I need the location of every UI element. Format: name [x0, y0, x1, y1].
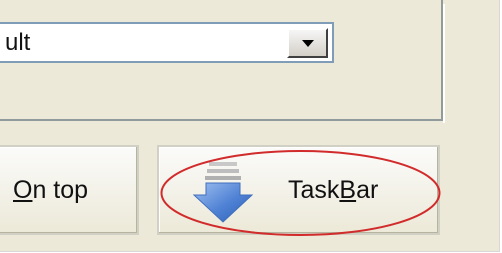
down-arrow-icon — [192, 162, 254, 223]
taskbar-button[interactable]: TaskBar — [157, 145, 440, 235]
display-mode-combo[interactable]: ult — [0, 22, 334, 63]
on-top-label: On top — [13, 176, 88, 204]
on-top-button[interactable]: On top — [0, 145, 139, 235]
on-top-label-rest: n top — [32, 176, 89, 204]
taskbar-label: TaskBar — [288, 176, 378, 204]
on-top-accelerator: O — [13, 176, 33, 204]
chevron-down-icon[interactable] — [287, 28, 328, 58]
taskbar-accelerator: B — [339, 176, 357, 204]
settings-group-box: ult — [0, 0, 445, 123]
taskbar-label-pre: Task — [288, 176, 340, 204]
taskbar-label-post: ar — [356, 176, 379, 204]
combo-selected-value: ult — [5, 29, 31, 56]
dialog-window: ult On top TaskBar — [0, 0, 500, 252]
screenshot-frame: ult On top TaskBar — [0, 0, 502, 253]
